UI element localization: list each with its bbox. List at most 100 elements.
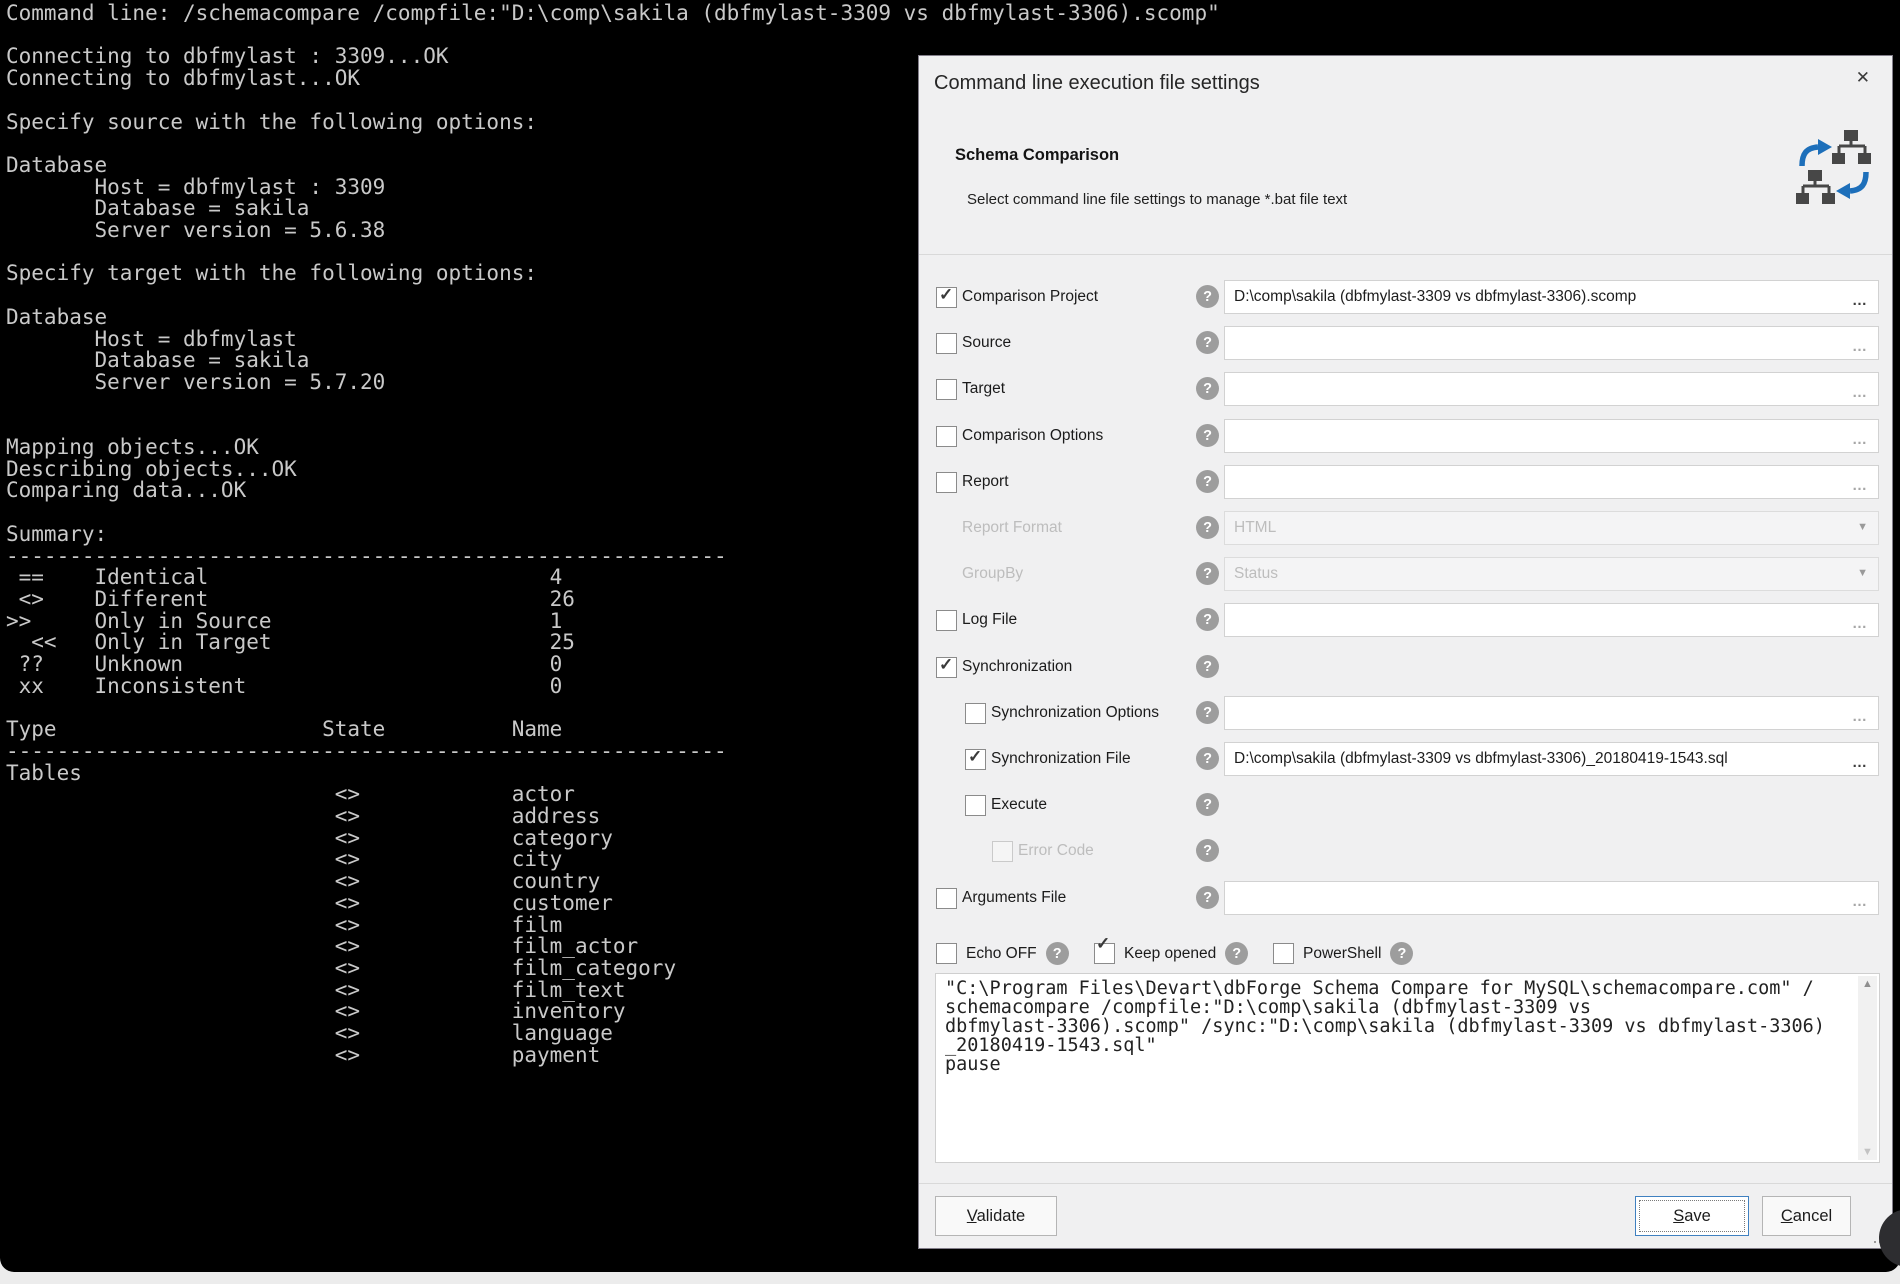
help-icon[interactable]: ? bbox=[1196, 516, 1219, 539]
powershell-checkbox[interactable] bbox=[1273, 943, 1294, 964]
error-code-label: Error Code bbox=[1018, 834, 1094, 868]
scroll-down-icon[interactable]: ▼ bbox=[1858, 1146, 1877, 1158]
groupby-label: GroupBy bbox=[962, 557, 1023, 591]
help-icon[interactable]: ? bbox=[1046, 942, 1069, 965]
report-format-dropdown: HTML ▼ bbox=[1224, 511, 1879, 545]
keep-opened-label: Keep opened bbox=[1124, 937, 1216, 970]
browse-button[interactable]: … bbox=[1852, 294, 1869, 308]
echo-off-option: Echo OFF ? bbox=[936, 937, 1069, 970]
synchronization-file-field[interactable]: D:\comp\sakila (dbfmylast-3309 vs dbfmyl… bbox=[1224, 742, 1879, 776]
help-icon[interactable]: ? bbox=[1196, 655, 1219, 678]
comparison-options-checkbox[interactable] bbox=[936, 426, 957, 447]
chevron-down-icon: ▼ bbox=[1857, 521, 1868, 533]
report-checkbox[interactable] bbox=[936, 472, 957, 493]
help-icon[interactable]: ? bbox=[1196, 886, 1219, 909]
row-comparison-project: Comparison Project ? D:\comp\sakila (dbf… bbox=[919, 280, 1892, 314]
footer-divider bbox=[919, 1183, 1892, 1184]
synchronization-label: Synchronization bbox=[962, 650, 1072, 684]
comparison-project-label: Comparison Project bbox=[962, 280, 1098, 314]
log-file-checkbox[interactable] bbox=[936, 610, 957, 631]
help-icon[interactable]: ? bbox=[1196, 562, 1219, 585]
help-icon[interactable]: ? bbox=[1196, 470, 1219, 493]
arguments-file-field[interactable]: … bbox=[1224, 881, 1879, 915]
powershell-label: PowerShell bbox=[1303, 937, 1381, 970]
source-checkbox[interactable] bbox=[936, 333, 957, 354]
bat-file-text-area[interactable]: "C:\Program Files\Devart\dbForge Schema … bbox=[935, 973, 1880, 1163]
help-icon[interactable]: ? bbox=[1196, 793, 1219, 816]
synchronization-options-label: Synchronization Options bbox=[991, 696, 1159, 730]
log-file-label: Log File bbox=[962, 603, 1017, 637]
report-format-label: Report Format bbox=[962, 511, 1062, 545]
row-arguments-file: Arguments File ? … bbox=[919, 881, 1892, 915]
command-line-settings-dialog: Command line execution file settings ✕ S… bbox=[918, 55, 1893, 1249]
arguments-file-label: Arguments File bbox=[962, 881, 1066, 915]
header-divider bbox=[919, 254, 1892, 255]
browse-button[interactable]: … bbox=[1852, 433, 1869, 447]
browse-button[interactable]: … bbox=[1852, 386, 1869, 400]
source-field[interactable]: … bbox=[1224, 326, 1879, 360]
echo-off-checkbox[interactable] bbox=[936, 943, 957, 964]
browse-button[interactable]: … bbox=[1852, 479, 1869, 493]
row-report-format: Report Format ? HTML ▼ bbox=[919, 511, 1892, 545]
row-log-file: Log File ? … bbox=[919, 603, 1892, 637]
row-comparison-options: Comparison Options ? … bbox=[919, 419, 1892, 453]
row-report: Report ? … bbox=[919, 465, 1892, 499]
synchronization-checkbox[interactable] bbox=[936, 657, 957, 678]
target-label: Target bbox=[962, 372, 1005, 406]
help-icon[interactable]: ? bbox=[1196, 839, 1219, 862]
synchronization-options-checkbox[interactable] bbox=[965, 703, 986, 724]
source-label: Source bbox=[962, 326, 1011, 360]
execute-checkbox[interactable] bbox=[965, 795, 986, 816]
browse-button[interactable]: … bbox=[1852, 895, 1869, 909]
log-file-field[interactable]: … bbox=[1224, 603, 1879, 637]
cancel-button[interactable]: Cancel bbox=[1762, 1196, 1851, 1236]
help-icon[interactable]: ? bbox=[1196, 424, 1219, 447]
browse-button[interactable]: … bbox=[1852, 710, 1869, 724]
help-icon[interactable]: ? bbox=[1196, 377, 1219, 400]
comparison-project-checkbox[interactable] bbox=[936, 287, 957, 308]
help-icon[interactable]: ? bbox=[1196, 747, 1219, 770]
schema-compare-icon bbox=[1796, 128, 1872, 208]
row-execute: Execute ? bbox=[919, 788, 1892, 822]
help-icon[interactable]: ? bbox=[1196, 285, 1219, 308]
help-icon[interactable]: ? bbox=[1196, 701, 1219, 724]
row-error-code: Error Code ? bbox=[919, 834, 1892, 868]
row-groupby: GroupBy ? Status ▼ bbox=[919, 557, 1892, 591]
bat-file-text[interactable]: "C:\Program Files\Devart\dbForge Schema … bbox=[945, 979, 1851, 1157]
synchronization-options-field[interactable]: … bbox=[1224, 696, 1879, 730]
row-synchronization-file: Synchronization File ? D:\comp\sakila (d… bbox=[919, 742, 1892, 776]
keep-opened-checkbox[interactable] bbox=[1094, 943, 1115, 964]
synchronization-file-checkbox[interactable] bbox=[965, 749, 986, 770]
comparison-options-label: Comparison Options bbox=[962, 419, 1103, 453]
execute-label: Execute bbox=[991, 788, 1047, 822]
report-field[interactable]: … bbox=[1224, 465, 1879, 499]
screen: { "console": { "lines": [ "Command line:… bbox=[0, 0, 1900, 1284]
browse-button[interactable]: … bbox=[1852, 340, 1869, 354]
comparison-options-field[interactable]: … bbox=[1224, 419, 1879, 453]
comparison-project-field[interactable]: D:\comp\sakila (dbfmylast-3309 vs dbfmyl… bbox=[1224, 280, 1879, 314]
close-icon[interactable]: ✕ bbox=[1856, 68, 1870, 88]
help-icon[interactable]: ? bbox=[1196, 608, 1219, 631]
powershell-option: PowerShell ? bbox=[1273, 937, 1413, 970]
synchronization-file-label: Synchronization File bbox=[991, 742, 1131, 776]
keep-opened-option: Keep opened ? bbox=[1094, 937, 1248, 970]
dialog-title: Command line execution file settings bbox=[934, 72, 1260, 95]
help-icon[interactable]: ? bbox=[1390, 942, 1413, 965]
schema-comparison-heading: Schema Comparison bbox=[955, 146, 1119, 165]
error-code-checkbox bbox=[992, 841, 1013, 862]
arguments-file-checkbox[interactable] bbox=[936, 888, 957, 909]
schema-comparison-subtitle: Select command line file settings to man… bbox=[967, 191, 1347, 208]
browse-button[interactable]: … bbox=[1852, 617, 1869, 631]
chevron-down-icon: ▼ bbox=[1857, 567, 1868, 579]
validate-button[interactable]: Validate bbox=[935, 1196, 1057, 1236]
help-icon[interactable]: ? bbox=[1196, 331, 1219, 354]
save-button[interactable]: Save bbox=[1635, 1196, 1749, 1236]
target-field[interactable]: … bbox=[1224, 372, 1879, 406]
scroll-up-icon[interactable]: ▲ bbox=[1858, 978, 1877, 990]
target-checkbox[interactable] bbox=[936, 379, 957, 400]
browse-button[interactable]: … bbox=[1852, 756, 1869, 770]
report-label: Report bbox=[962, 465, 1009, 499]
help-icon[interactable]: ? bbox=[1225, 942, 1248, 965]
row-synchronization: Synchronization ? bbox=[919, 650, 1892, 684]
textarea-scrollbar[interactable]: ▲ ▼ bbox=[1858, 976, 1877, 1160]
